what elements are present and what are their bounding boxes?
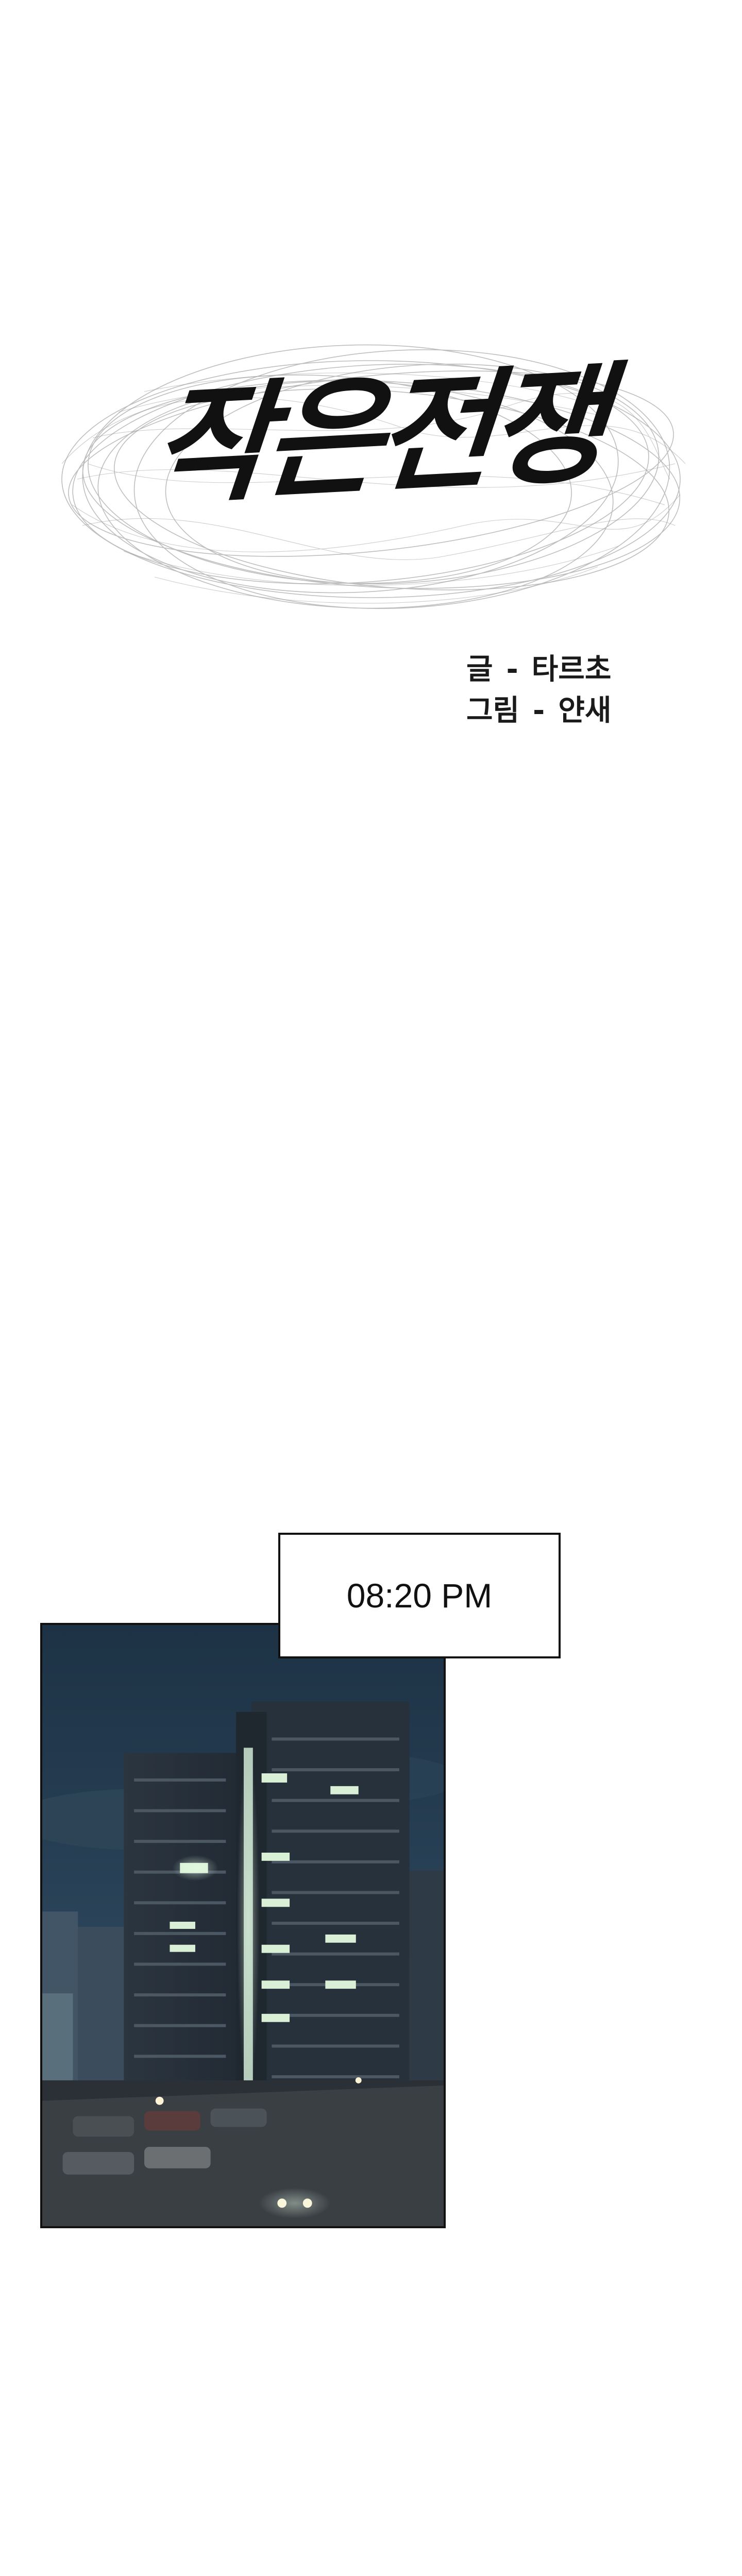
credit-writer: 글 - 타르초 (466, 649, 611, 690)
credit-role: 글 (466, 653, 493, 686)
credit-name: 타르초 (531, 653, 612, 686)
night-building-panel (40, 1623, 446, 2228)
night-building-illustration (42, 1625, 444, 2226)
title-logo: 작은전쟁 (41, 309, 706, 649)
credit-role: 그림 (466, 694, 520, 727)
credit-separator: - (533, 694, 545, 727)
credit-artist: 그림 - 얀새 (466, 690, 611, 732)
time-caption-box: 08:20 PM (278, 1533, 561, 1658)
credit-separator: - (506, 653, 518, 686)
credit-name: 얀새 (558, 694, 612, 727)
webtoon-page: 작은전쟁 글 - 타르초 그림 - 얀새 08:20 PM (0, 0, 742, 2576)
credits: 글 - 타르초 그림 - 얀새 (466, 649, 611, 732)
time-caption: 08:20 PM (346, 1577, 493, 1615)
title-text: 작은전쟁 (145, 348, 607, 523)
